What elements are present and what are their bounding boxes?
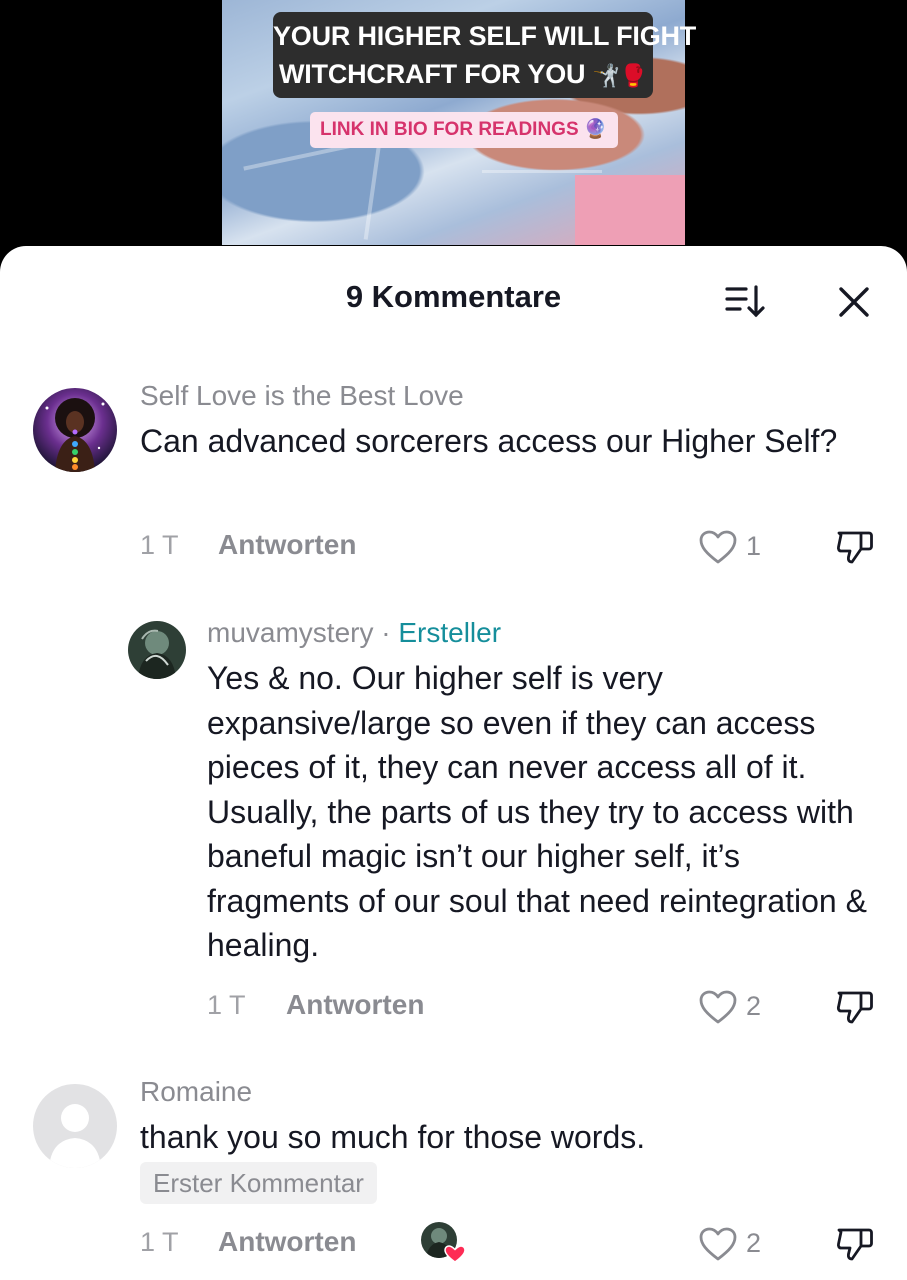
dislike-icon[interactable] [835, 987, 875, 1027]
comment-author[interactable]: Self Love is the Best Love [140, 380, 464, 412]
comments-sheet: 9 Kommentare Self Love is the Best Love … [0, 246, 907, 1280]
comment-age: 1 T [207, 990, 246, 1020]
comment-author[interactable]: muvamystery · Ersteller [207, 617, 501, 649]
comment-text: thank you so much for those words. [140, 1119, 646, 1155]
video-caption: YOUR HIGHER SELF WILL FIGHT WITCHCRAFT F… [273, 12, 697, 98]
comment-author[interactable]: Romaine [140, 1076, 252, 1108]
sort-icon[interactable] [722, 282, 768, 320]
like-count: 1 [746, 531, 762, 561]
caption-line-1: YOUR HIGHER SELF WILL FIGHT [273, 21, 697, 51]
like-count: 2 [746, 991, 762, 1021]
avatar[interactable] [33, 388, 117, 472]
dislike-icon[interactable] [835, 527, 875, 567]
like-count: 2 [746, 1228, 762, 1258]
reply-button[interactable]: Antworten [218, 529, 356, 561]
heart-icon[interactable] [698, 529, 738, 565]
comment-text: Can advanced sorcerers access our Higher… [140, 423, 838, 459]
comment-age: 1 T [140, 1227, 179, 1257]
caption-line-2: WITCHCRAFT FOR YOU 🤺🥊 [278, 59, 648, 89]
crystal-ball-emoji: 🔮 [583, 119, 608, 140]
heart-icon[interactable] [698, 989, 738, 1025]
link-in-bio-sticker: LINK IN BIO FOR READINGS 🔮 [310, 112, 618, 148]
reply-button[interactable]: Antworten [286, 989, 424, 1021]
fencing-boxing-emoji: 🤺🥊 [592, 63, 648, 88]
close-icon[interactable] [834, 282, 874, 322]
heart-icon[interactable] [698, 1226, 738, 1262]
comment-text: Yes & no. Our higher self is very expans… [207, 660, 867, 963]
comment-age: 1 T [140, 530, 179, 560]
heart-icon [444, 1245, 466, 1263]
dislike-icon[interactable] [835, 1224, 875, 1264]
avatar[interactable] [128, 621, 186, 679]
comments-count-title: 9 Kommentare [345, 279, 562, 314]
default-avatar[interactable] [33, 1084, 117, 1168]
reply-button[interactable]: Antworten [218, 1226, 356, 1258]
creator-liked-avatar [421, 1222, 466, 1263]
creator-label: Ersteller [398, 617, 502, 648]
first-comment-badge: Erster Kommentar [140, 1162, 377, 1204]
